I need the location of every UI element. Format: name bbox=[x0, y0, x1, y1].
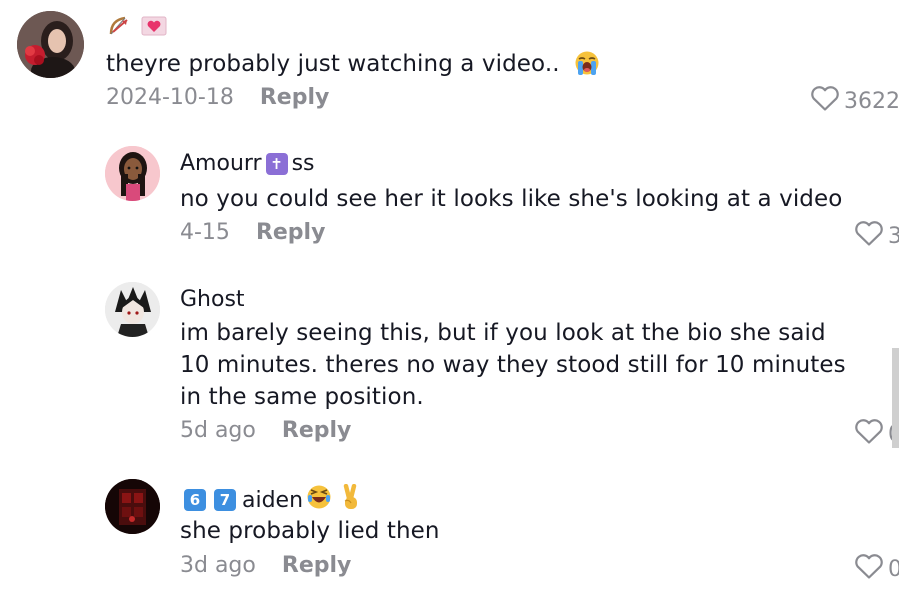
comment-text: she probably lied then bbox=[180, 518, 440, 544]
like-button[interactable]: 3622 bbox=[810, 85, 899, 118]
like-button[interactable]: 3 bbox=[854, 220, 899, 253]
like-button[interactable]: 0 bbox=[854, 553, 899, 586]
comment-date: 3d ago bbox=[180, 553, 256, 578]
heart-icon bbox=[854, 418, 884, 451]
comment-meta: 2024-10-18 Reply bbox=[106, 85, 329, 110]
scrollbar-thumb[interactable] bbox=[892, 348, 899, 448]
username-text: aiden bbox=[242, 487, 304, 513]
reply-button[interactable]: Reply bbox=[282, 553, 352, 578]
heart-icon bbox=[854, 220, 884, 253]
comment-meta: 4-15 Reply bbox=[180, 220, 325, 245]
like-count: 0 bbox=[888, 557, 899, 582]
comment-username[interactable]: 6 7 aiden bbox=[184, 483, 363, 516]
reply-button[interactable]: Reply bbox=[256, 220, 326, 245]
username-suffix: ss bbox=[291, 151, 315, 176]
comment-username[interactable]: Amourr ✝ ss bbox=[180, 151, 315, 176]
avatar[interactable] bbox=[17, 11, 84, 78]
heart-icon bbox=[810, 85, 840, 118]
username-text: Ghost bbox=[180, 287, 245, 312]
comment-date: 2024-10-18 bbox=[106, 85, 234, 110]
heart-letter-emoji bbox=[141, 15, 167, 43]
username-text: Amourr bbox=[180, 151, 262, 176]
reply-button[interactable]: Reply bbox=[260, 85, 330, 110]
like-count: 3622 bbox=[844, 89, 899, 114]
comment-text: im barely seeing this, but if you look a… bbox=[180, 320, 846, 410]
comment-text: theyre probably just watching a video.. bbox=[106, 48, 666, 84]
loudly-crying-face-emoji bbox=[575, 51, 599, 84]
reply-button[interactable]: Reply bbox=[282, 418, 352, 443]
like-count: 3 bbox=[888, 224, 899, 249]
victory-hand-emoji bbox=[339, 483, 363, 516]
laughing-face-emoji bbox=[307, 485, 331, 515]
avatar[interactable] bbox=[105, 146, 160, 201]
comment-username[interactable]: Ghost bbox=[180, 287, 245, 312]
comment-username[interactable] bbox=[107, 14, 167, 44]
comment-meta: 3d ago Reply bbox=[180, 553, 351, 578]
comment-meta: 5d ago Reply bbox=[180, 418, 351, 443]
keycap-badge: 6 bbox=[184, 489, 206, 511]
latin-cross-badge: ✝ bbox=[265, 152, 288, 175]
bow-and-arrow-emoji bbox=[107, 14, 131, 44]
comment-date: 4-15 bbox=[180, 220, 230, 245]
avatar[interactable] bbox=[105, 479, 160, 534]
comment-text: no you could see her it looks like she's… bbox=[180, 186, 843, 212]
heart-icon bbox=[854, 553, 884, 586]
avatar[interactable] bbox=[105, 282, 160, 337]
comment-date: 5d ago bbox=[180, 418, 256, 443]
keycap-badge: 7 bbox=[214, 489, 236, 511]
